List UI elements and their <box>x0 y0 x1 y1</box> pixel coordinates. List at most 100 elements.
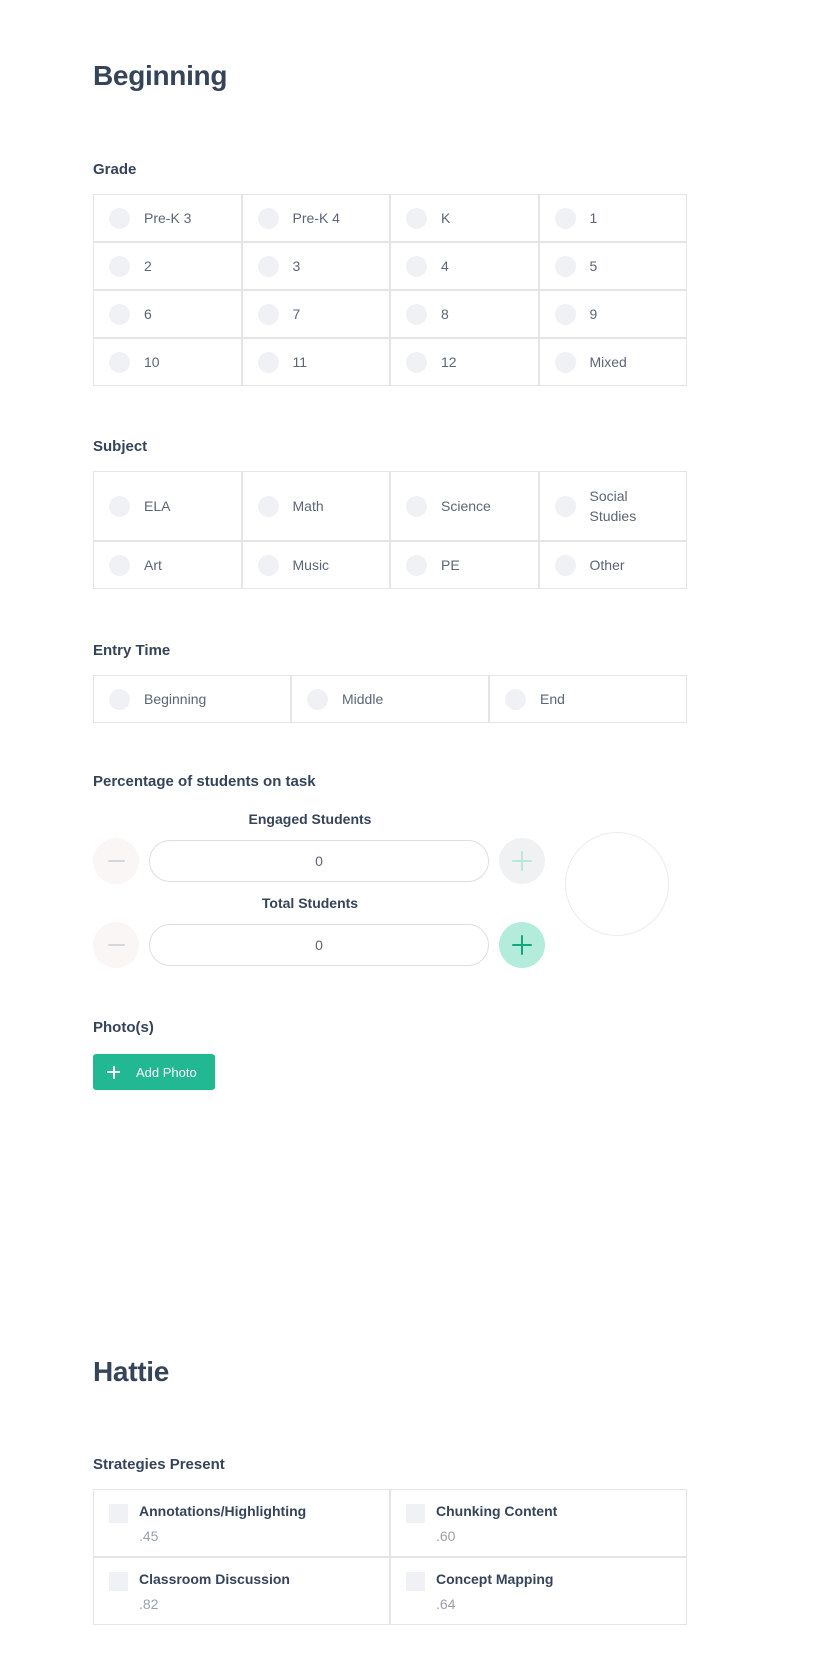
page-title-beginning: Beginning <box>93 60 228 91</box>
grade-option-1[interactable]: 1 <box>538 194 687 242</box>
strategy-name: Concept Mapping <box>436 1571 554 1587</box>
grade-option-pre-k-4[interactable]: Pre-K 4 <box>241 194 390 242</box>
strategy-name: Classroom Discussion <box>139 1571 290 1587</box>
checkbox-icon <box>109 1504 128 1523</box>
radio-icon <box>554 303 576 325</box>
subject-option-label: Math <box>292 497 324 514</box>
entry-time-option-label: End <box>540 690 565 707</box>
add-photo-button[interactable]: Add Photo <box>93 1054 215 1090</box>
grade-option-label: Pre-K 4 <box>292 209 340 226</box>
percentage-result-circle <box>565 832 669 936</box>
radio-icon <box>554 255 576 277</box>
engaged-students-input[interactable]: 0 <box>149 840 489 882</box>
entry-time-option-end[interactable]: End <box>489 675 687 723</box>
strategy-card-chunking-content[interactable]: Chunking Content .60 <box>390 1489 687 1557</box>
subject-option-label: PE <box>441 556 460 573</box>
subject-option-science[interactable]: Science <box>390 471 539 541</box>
grade-option-k[interactable]: K <box>390 194 539 242</box>
radio-icon <box>406 255 427 277</box>
subject-option-math[interactable]: Math <box>241 471 390 541</box>
checkbox-icon <box>406 1504 425 1523</box>
grade-option-label: 12 <box>441 353 457 370</box>
grade-option-8[interactable]: 8 <box>390 290 539 338</box>
add-photo-label: Add Photo <box>136 1064 197 1080</box>
grade-option-label: 5 <box>589 257 598 274</box>
engaged-increment-button[interactable] <box>499 838 545 884</box>
total-increment-button[interactable] <box>499 922 545 968</box>
radio-icon <box>257 351 279 373</box>
grade-option-label: K <box>441 209 451 226</box>
strategy-header: Concept Mapping <box>406 1571 686 1591</box>
radio-icon <box>505 688 526 710</box>
subject-option-art[interactable]: Art <box>93 541 242 589</box>
grade-option-9[interactable]: 9 <box>538 290 687 338</box>
engaged-decrement-button[interactable] <box>93 838 139 884</box>
section-label-entry-time: Entry Time <box>93 642 171 659</box>
engaged-students-label: Engaged Students <box>248 811 372 827</box>
strategy-header: Chunking Content <box>406 1503 686 1523</box>
subject-option-social-studies[interactable]: Social Studies <box>538 471 687 541</box>
grade-option-3[interactable]: 3 <box>241 242 390 290</box>
strategy-card-annotations-highlighting[interactable]: Annotations/Highlighting .45 <box>93 1489 390 1557</box>
strategy-card-classroom-discussion[interactable]: Classroom Discussion .82 <box>93 1557 390 1625</box>
grade-option-2[interactable]: 2 <box>93 242 242 290</box>
grade-option-10[interactable]: 10 <box>93 338 242 386</box>
grade-option-grid: Pre-K 3 Pre-K 4 K 1 2 3 4 5 6 7 8 9 10 1… <box>93 194 687 386</box>
entry-time-option-middle[interactable]: Middle <box>291 675 489 723</box>
total-decrement-button[interactable] <box>93 922 139 968</box>
subject-option-pe[interactable]: PE <box>390 541 539 589</box>
radio-icon <box>554 554 576 576</box>
total-students-input[interactable]: 0 <box>149 924 489 966</box>
radio-icon <box>406 351 427 373</box>
subject-option-grid: ELA Math Science Social Studies Art Musi… <box>93 471 687 589</box>
entry-time-option-beginning[interactable]: Beginning <box>93 675 291 723</box>
grade-option-7[interactable]: 7 <box>241 290 390 338</box>
checkbox-icon <box>406 1572 425 1591</box>
grade-option-12[interactable]: 12 <box>390 338 539 386</box>
grade-option-label: 10 <box>144 353 160 370</box>
content-column: Beginning Grade Pre-K 3 Pre-K 4 K 1 2 3 … <box>93 0 687 1625</box>
radio-icon <box>307 688 328 710</box>
radio-icon <box>109 255 130 277</box>
radio-icon <box>257 495 279 517</box>
strategy-effect-size: .60 <box>436 1528 456 1544</box>
subject-option-music[interactable]: Music <box>241 541 390 589</box>
subject-option-other[interactable]: Other <box>538 541 687 589</box>
strategy-name: Annotations/Highlighting <box>139 1503 307 1519</box>
radio-icon <box>554 207 576 229</box>
radio-icon <box>554 351 576 373</box>
radio-icon <box>109 303 130 325</box>
strategy-effect-size: .82 <box>139 1596 159 1612</box>
subject-option-label: Music <box>292 556 330 573</box>
entry-time-option-label: Middle <box>342 690 384 707</box>
strategy-header: Annotations/Highlighting <box>109 1503 389 1523</box>
grade-option-6[interactable]: 6 <box>93 290 242 338</box>
subject-option-label: ELA <box>144 497 171 514</box>
strategy-card-concept-mapping[interactable]: Concept Mapping .64 <box>390 1557 687 1625</box>
section-label-photos: Photo(s) <box>93 1019 154 1036</box>
grade-option-5[interactable]: 5 <box>538 242 687 290</box>
grade-option-4[interactable]: 4 <box>390 242 539 290</box>
section-label-strategies-present: Strategies Present <box>93 1456 225 1473</box>
plus-icon <box>107 1065 120 1079</box>
subject-option-label: Art <box>144 556 162 573</box>
strategy-name: Chunking Content <box>436 1503 558 1519</box>
entry-time-option-label: Beginning <box>144 690 207 707</box>
radio-icon <box>109 495 130 517</box>
page-title-hattie: Hattie <box>93 1356 169 1387</box>
radio-icon <box>406 495 427 517</box>
engaged-students-value: 0 <box>315 853 323 869</box>
radio-icon <box>406 303 427 325</box>
radio-icon <box>109 351 130 373</box>
strategy-header: Classroom Discussion <box>109 1571 389 1591</box>
subject-option-ela[interactable]: ELA <box>93 471 242 541</box>
grade-option-pre-k-3[interactable]: Pre-K 3 <box>93 194 242 242</box>
subject-option-label: Social Studies <box>589 487 637 524</box>
section-label-grade: Grade <box>93 161 137 178</box>
plus-icon <box>512 935 532 955</box>
section-label-percentage: Percentage of students on task <box>93 773 316 790</box>
grade-option-mixed[interactable]: Mixed <box>538 338 687 386</box>
radio-icon <box>406 207 427 229</box>
grade-option-label: Mixed <box>589 353 627 370</box>
grade-option-11[interactable]: 11 <box>241 338 390 386</box>
